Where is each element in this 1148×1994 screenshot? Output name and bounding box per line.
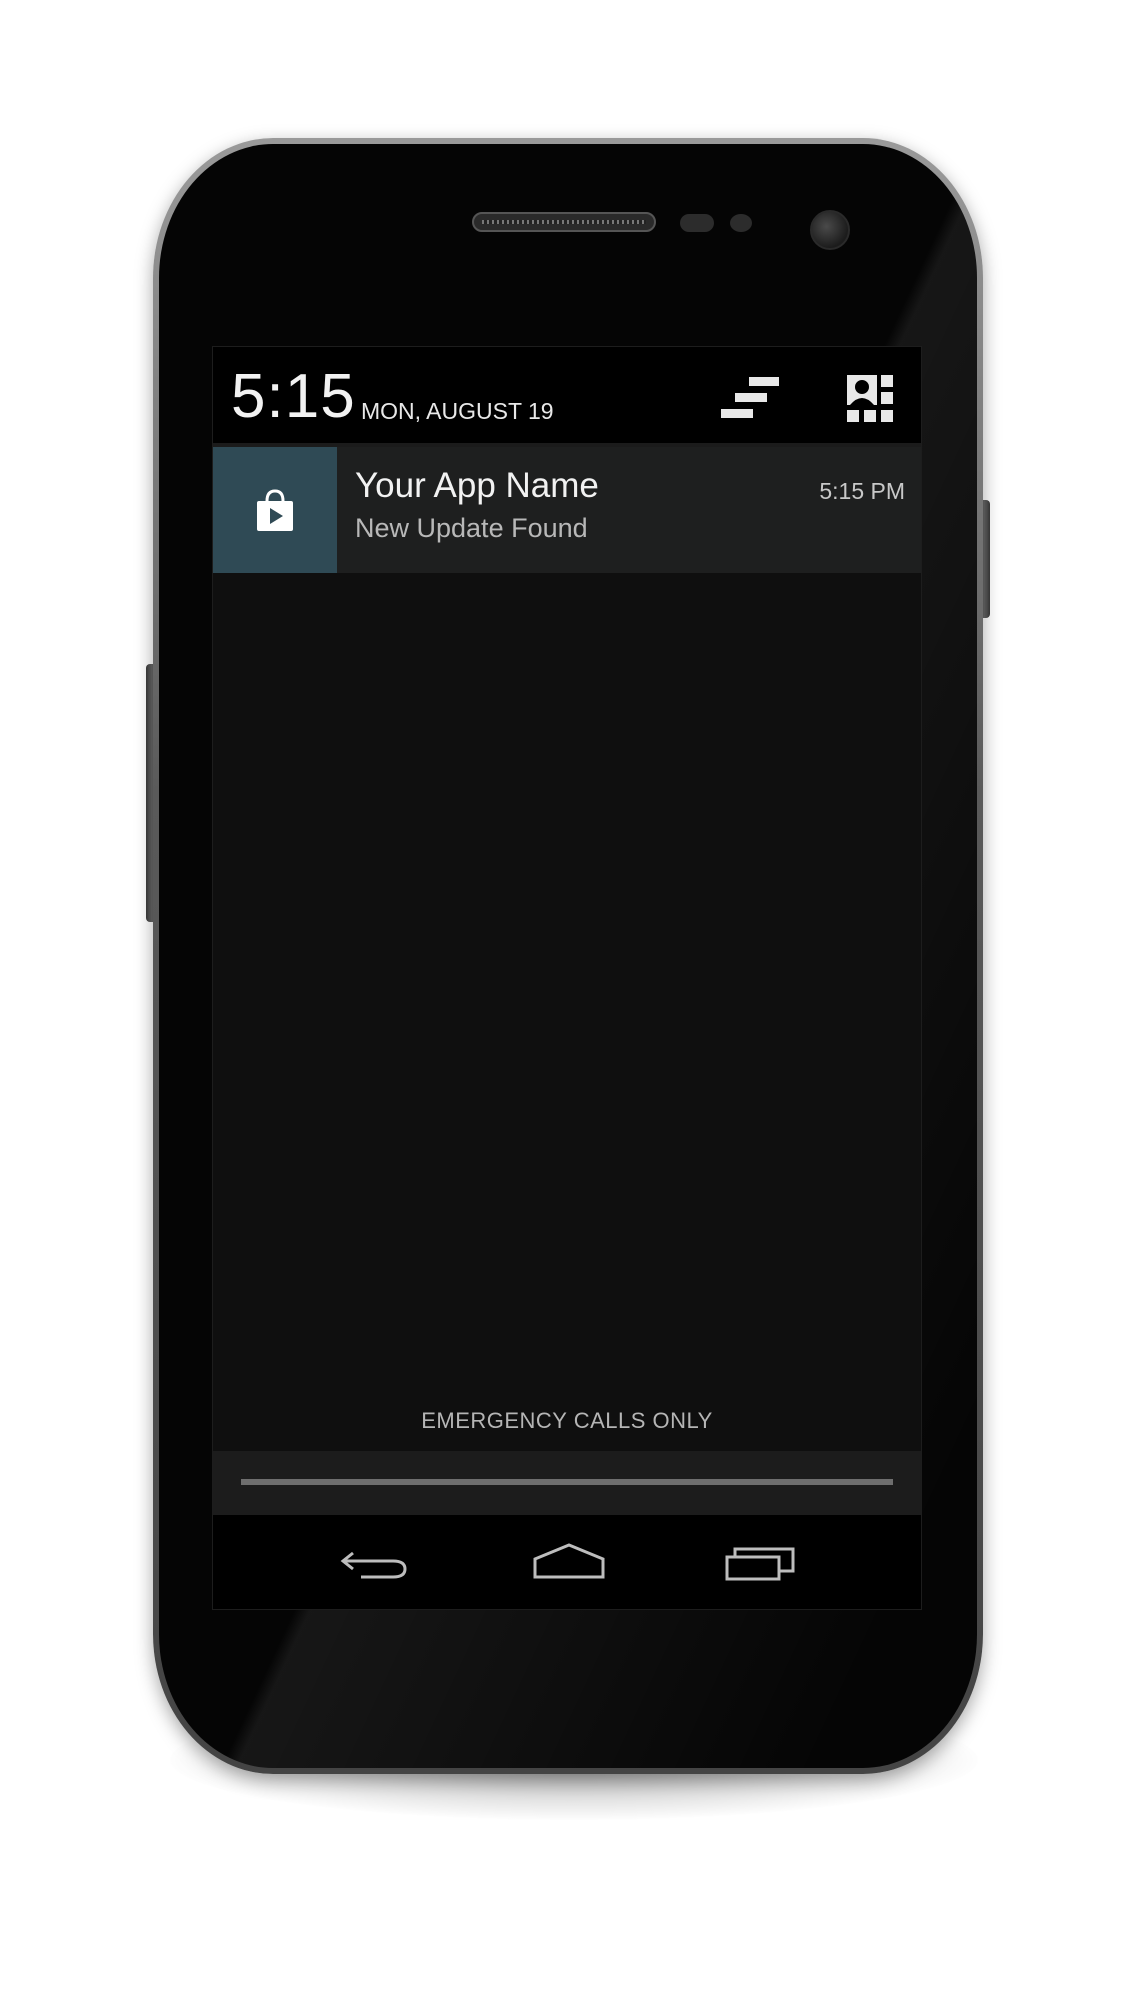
notification-shade: 5:15 MON, AUGUST 19 Your App Name New Up… — [212, 346, 922, 1610]
back-button[interactable] — [335, 1535, 415, 1589]
proximity-sensor — [680, 214, 714, 232]
recents-button[interactable] — [721, 1535, 801, 1589]
notification-time: 5:15 PM — [819, 478, 905, 504]
drag-handle-bar — [241, 1479, 893, 1485]
notification-text: New Update Found — [355, 513, 588, 543]
carrier-label: EMERGENCY CALLS ONLY — [421, 1408, 713, 1433]
recents-icon — [725, 1547, 795, 1581]
notification-card[interactable]: Your App Name New Update Found 5:15 PM — [213, 447, 921, 573]
shade-header: 5:15 MON, AUGUST 19 — [213, 347, 921, 447]
device-mockup: 5:15 MON, AUGUST 19 Your App Name New Up… — [0, 0, 1148, 1994]
clear-notifications-icon[interactable] — [719, 373, 781, 427]
header-clock[interactable]: 5:15 — [231, 361, 356, 433]
notification-title: Your App Name — [355, 466, 599, 505]
home-icon — [533, 1543, 605, 1579]
earpiece-speaker — [472, 212, 656, 232]
quick-settings-icon[interactable] — [841, 373, 903, 427]
navigation-bar — [213, 1515, 921, 1609]
light-sensor — [730, 214, 752, 232]
header-date: MON, AUGUST 19 — [361, 398, 554, 424]
shade-drag-handle[interactable] — [213, 1451, 921, 1515]
back-icon — [340, 1551, 407, 1579]
play-store-bag-icon — [257, 489, 293, 531]
home-button[interactable] — [529, 1535, 609, 1589]
front-camera — [810, 210, 850, 250]
notification-app-icon-area — [213, 447, 337, 573]
